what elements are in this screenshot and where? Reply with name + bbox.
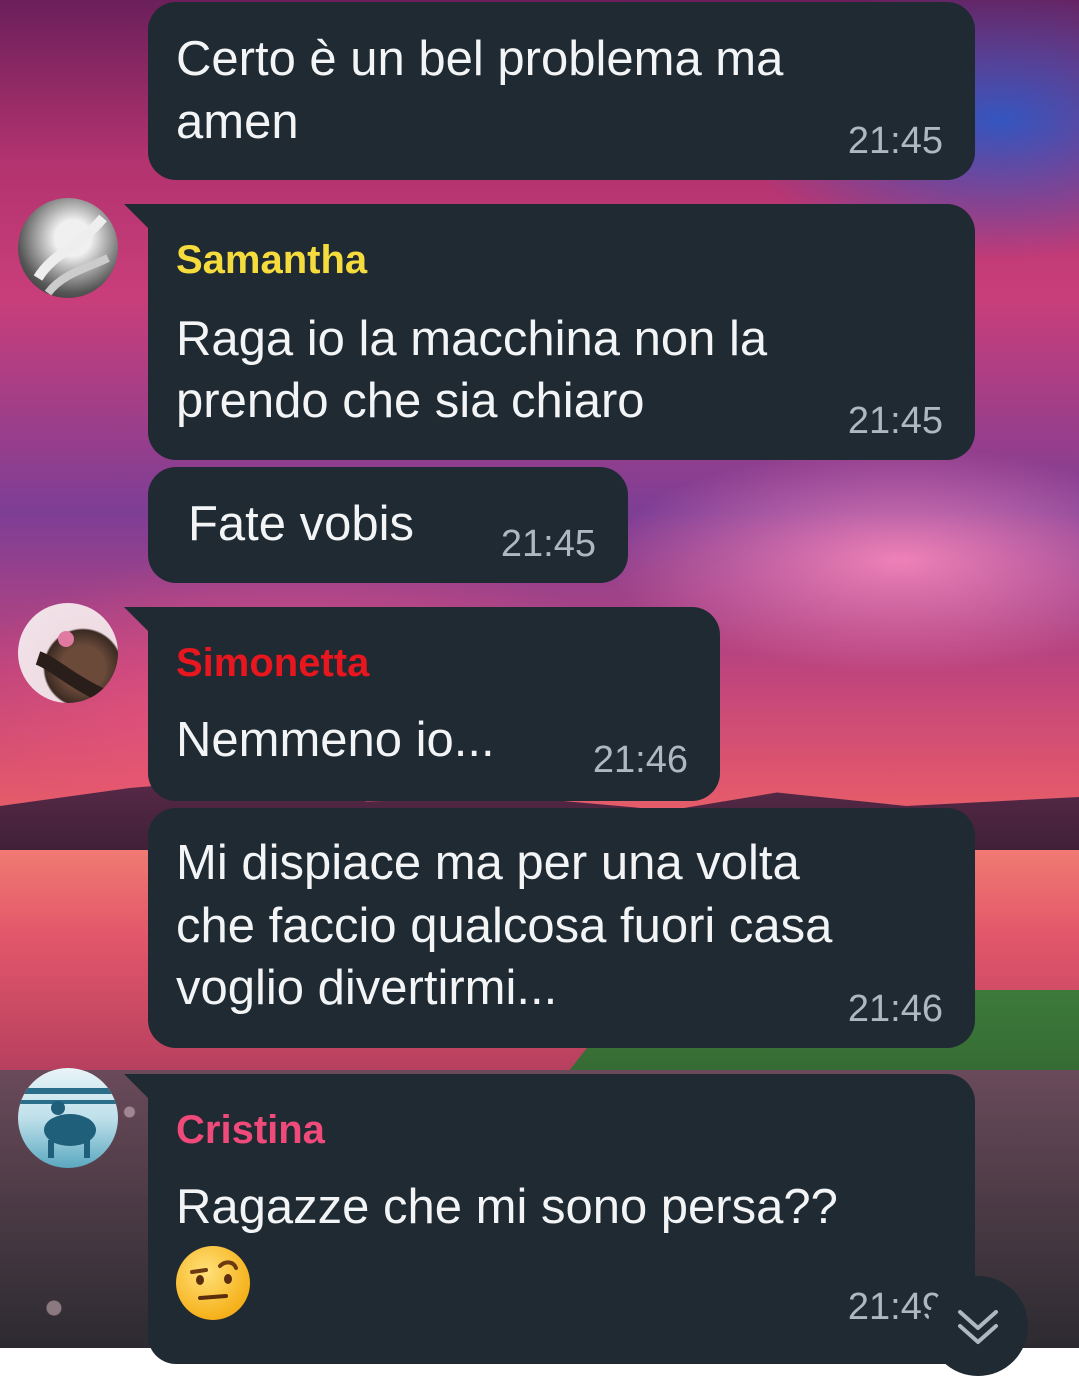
message-text: voglio divertirmi... — [176, 961, 558, 1015]
message-time: 21:46 — [847, 988, 943, 1030]
message-bubble[interactable]: Simonetta Nemmeno io... 21:46 — [148, 607, 720, 801]
sender-name[interactable]: Cristina — [176, 1108, 325, 1153]
message-bubble[interactable]: Cristina Ragazze che mi sono persa?? 21:… — [148, 1074, 975, 1364]
avatar[interactable] — [18, 1068, 118, 1168]
message-text: Ragazze che mi sono persa?? — [176, 1180, 838, 1234]
avatar[interactable] — [18, 603, 118, 703]
message-text: prendo che sia chiaro — [176, 374, 645, 428]
message-text: Mi dispiace ma per una volta — [176, 836, 800, 890]
message-text: Raga io la macchina non la — [176, 312, 768, 366]
message-text: Nemmeno io... — [176, 713, 495, 767]
message-time: 21:45 — [847, 400, 943, 442]
scroll-down-button[interactable] — [928, 1276, 1028, 1376]
message-text: Certo è un bel problema ma — [176, 32, 784, 86]
sender-name[interactable]: Simonetta — [176, 641, 369, 686]
message-time: 21:45 — [847, 120, 943, 162]
message-time: 21:46 — [592, 739, 688, 781]
double-chevron-down-icon — [958, 1310, 998, 1344]
message-text: Fate vobis — [188, 497, 415, 551]
message-bubble[interactable]: Fate vobis 21:45 — [148, 467, 628, 583]
message-text: amen — [176, 95, 299, 149]
message-text: che faccio qualcosa fuori casa — [176, 899, 833, 953]
message-bubble[interactable]: Samantha Raga io la macchina non la pren… — [148, 204, 975, 460]
raised-eyebrow-emoji-icon — [176, 1246, 250, 1320]
avatar[interactable] — [18, 198, 118, 298]
message-time: 21:45 — [500, 523, 596, 565]
message-bubble[interactable]: Mi dispiace ma per una volta che faccio … — [148, 808, 975, 1048]
message-bubble[interactable]: Certo è un bel problema ma amen 21:45 — [148, 2, 975, 180]
sender-name[interactable]: Samantha — [176, 238, 367, 283]
